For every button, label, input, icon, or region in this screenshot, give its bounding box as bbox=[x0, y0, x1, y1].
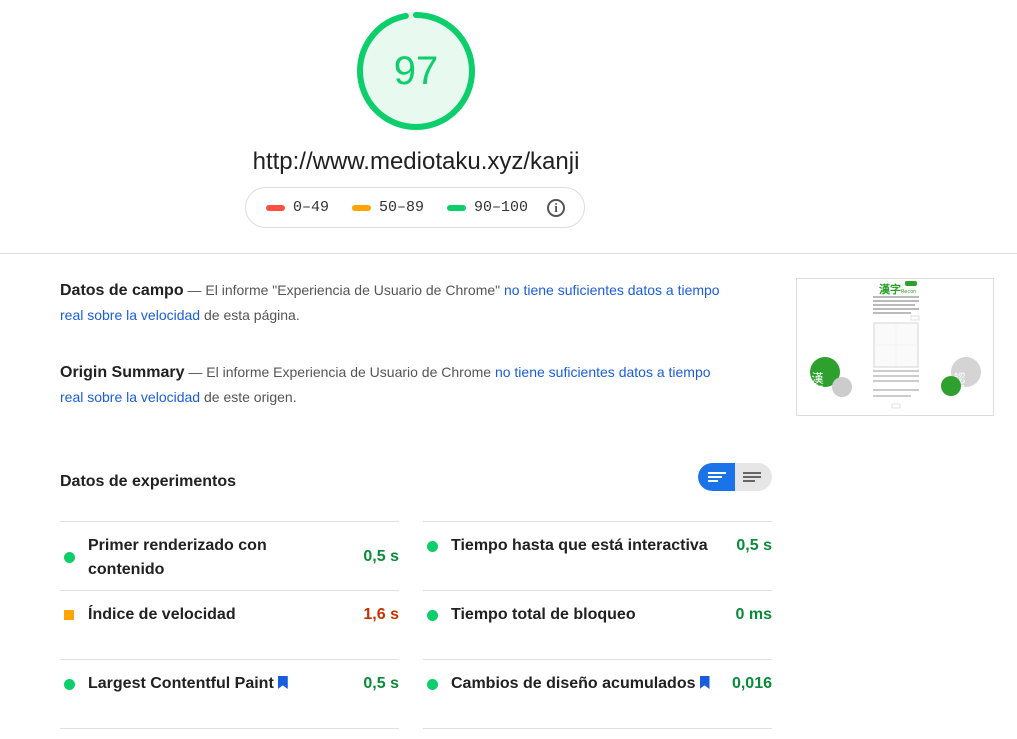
expanded-view-button[interactable] bbox=[735, 463, 772, 491]
bookmark-icon bbox=[699, 676, 710, 689]
metric-first-contentful-paint[interactable]: Primer renderizado con contenido 0,5 s bbox=[60, 521, 399, 591]
pass-status-icon bbox=[427, 541, 438, 552]
origin-summary-prefix: — El informe Experiencia de Usuario de C… bbox=[184, 364, 495, 380]
compact-view-button[interactable] bbox=[698, 463, 735, 491]
average-range-bar bbox=[352, 204, 372, 211]
header-divider bbox=[0, 253, 1017, 254]
metric-label-text: Largest Contentful Paint bbox=[88, 675, 274, 692]
metric-label: Primer renderizado con contenido bbox=[88, 537, 267, 578]
metric-total-blocking-time[interactable]: Tiempo total de bloqueo 0 ms bbox=[423, 590, 772, 660]
info-icon[interactable]: i bbox=[547, 198, 566, 217]
metric-view-toggle[interactable] bbox=[698, 463, 772, 491]
page-url: http://www.mediotaku.xyz/kanji bbox=[252, 148, 580, 175]
legend-label: 50–89 bbox=[379, 199, 425, 216]
metrics-bottom-divider bbox=[60, 728, 399, 729]
metric-speed-index[interactable]: Índice de velocidad 1,6 s bbox=[60, 590, 399, 660]
metric-value: 0,016 bbox=[731, 675, 772, 692]
legend-label: 90–100 bbox=[474, 199, 529, 216]
bookmark-icon bbox=[277, 676, 288, 689]
thumbnail-logo: 漢字 bbox=[879, 282, 901, 296]
metric-time-to-interactive[interactable]: Tiempo hasta que está interactiva 0,5 s bbox=[423, 521, 772, 591]
performance-score: 97 bbox=[393, 48, 439, 93]
compact-list-icon bbox=[708, 472, 726, 482]
pass-status-icon bbox=[64, 552, 75, 563]
thumbnail-logo-sub: Recon bbox=[901, 289, 916, 295]
field-data-suffix: de esta página. bbox=[200, 307, 300, 323]
thumbnail-image: 漢字 Recon 漢字 認識 bbox=[810, 281, 981, 409]
metric-largest-contentful-paint[interactable]: Largest Contentful Paint 0,5 s bbox=[60, 659, 399, 729]
legend-item-fail: 0–49 bbox=[266, 199, 329, 216]
legend-label: 0–49 bbox=[293, 199, 330, 216]
average-status-icon bbox=[64, 610, 74, 620]
metric-value: 0,5 s bbox=[736, 537, 772, 554]
page-screenshot-thumbnail[interactable]: 漢字 Recon 漢字 認識 bbox=[796, 278, 994, 416]
legend-item-pass: 90–100 bbox=[447, 199, 528, 216]
pass-range-bar bbox=[447, 204, 467, 211]
field-data-title: Datos de campo bbox=[60, 282, 184, 299]
metric-label: Tiempo total de bloqueo bbox=[451, 606, 636, 623]
metric-value: 1,6 s bbox=[363, 606, 399, 623]
metric-value: 0,5 s bbox=[363, 548, 399, 565]
lab-data-title: Datos de experimentos bbox=[60, 473, 237, 490]
metric-value: 0,5 s bbox=[363, 675, 399, 692]
pass-status-icon bbox=[427, 610, 438, 621]
origin-summary-title: Origin Summary bbox=[60, 364, 185, 381]
pass-status-icon bbox=[427, 679, 438, 690]
expanded-list-icon bbox=[743, 472, 761, 482]
field-data-prefix: — El informe "Experiencia de Usuario de … bbox=[183, 282, 505, 298]
origin-summary-suffix: de este origen. bbox=[200, 389, 297, 405]
metric-label: Tiempo hasta que está interactiva bbox=[451, 537, 708, 554]
metric-label: Cambios de diseño acumulados bbox=[451, 672, 710, 696]
metric-value: 0 ms bbox=[735, 606, 772, 623]
score-legend: 0–49 50–89 90–100 i bbox=[245, 187, 585, 228]
metric-label-text: Cambios de diseño acumulados bbox=[451, 675, 696, 692]
metrics-bottom-divider bbox=[423, 728, 772, 729]
metric-label: Índice de velocidad bbox=[88, 606, 236, 623]
metric-label: Largest Contentful Paint bbox=[88, 672, 288, 696]
origin-summary-section: Origin Summary — El informe Experiencia … bbox=[60, 360, 730, 410]
field-data-section: Datos de campo — El informe "Experiencia… bbox=[60, 278, 730, 328]
pass-status-icon bbox=[64, 679, 75, 690]
fail-range-bar bbox=[266, 204, 285, 211]
thumbnail-left-badge-text: 漢字 bbox=[810, 372, 824, 396]
metric-cumulative-layout-shift[interactable]: Cambios de diseño acumulados 0,016 bbox=[423, 659, 772, 729]
legend-item-average: 50–89 bbox=[352, 199, 424, 216]
